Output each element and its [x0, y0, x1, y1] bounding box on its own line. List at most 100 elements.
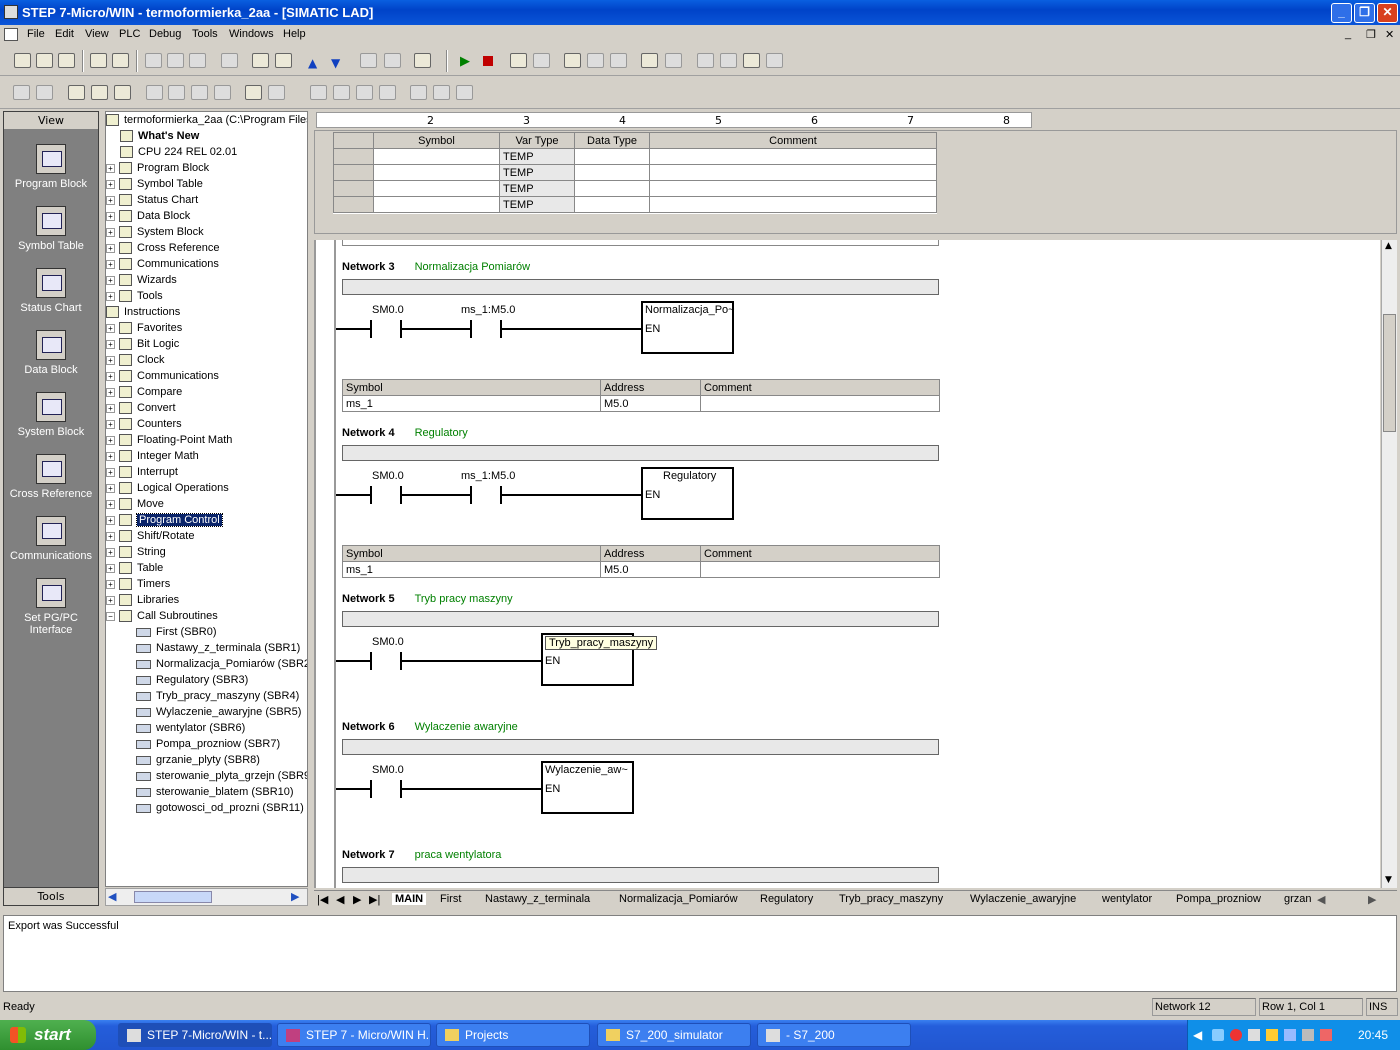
tab-nastawy[interactable]: Nastawy_z_terminala	[485, 893, 590, 905]
nav-program-block[interactable]: Program Block	[4, 144, 98, 190]
call-box-tryb-pracy[interactable]: Tryb_pracy_maszyny EN	[541, 633, 658, 686]
compile-all-icon[interactable]	[275, 53, 292, 68]
apply-symbols-icon[interactable]	[245, 85, 262, 100]
tree-instr-integer-math[interactable]: + Integer Math	[106, 449, 199, 465]
cell-var-type[interactable]: TEMP	[499, 148, 575, 165]
cell-symbol[interactable]	[373, 196, 500, 213]
tab-regulatory[interactable]: Regulatory	[760, 893, 813, 905]
task-step7-help[interactable]: STEP 7 - Micro/WIN H...	[277, 1023, 431, 1047]
call-box-wylaczenie[interactable]: Wylaczenie_aw~ EN	[541, 761, 634, 814]
expand-icon[interactable]: +	[106, 483, 115, 493]
tree-instr-convert[interactable]: + Convert	[106, 401, 176, 417]
scroll-down-icon[interactable]: ▼	[1385, 875, 1392, 885]
tree-item-system-block[interactable]: + System Block	[106, 225, 204, 241]
menu-view[interactable]: View	[85, 28, 109, 40]
tray-app-icon[interactable]	[1320, 1029, 1332, 1041]
sort-ascending-icon[interactable]	[360, 53, 377, 68]
task-step7-microwin[interactable]: STEP 7-Micro/WIN - t...	[118, 1023, 272, 1047]
tree-instr-favorites[interactable]: + Favorites	[106, 321, 182, 337]
tab-nav-prev-icon[interactable]: ◀	[336, 893, 344, 906]
tree-instr-move[interactable]: + Move	[106, 497, 164, 513]
next-bookmark-icon[interactable]	[168, 85, 185, 100]
network-5-header[interactable]: Network 5 Tryb pracy maszyny	[342, 593, 513, 605]
contact-ms1-m5-0[interactable]	[470, 320, 502, 338]
clock[interactable]: 20:45	[1358, 1028, 1388, 1042]
output-window[interactable]: Export was Successful	[3, 915, 1397, 992]
contact-ms1-m5-0[interactable]	[470, 486, 502, 504]
contact-sm0-0[interactable]	[370, 780, 402, 798]
undo-icon[interactable]	[221, 53, 238, 68]
create-symbols-icon[interactable]	[268, 85, 285, 100]
row-header[interactable]	[333, 180, 374, 197]
task-projects[interactable]: Projects	[436, 1023, 590, 1047]
expand-icon[interactable]: +	[106, 275, 115, 285]
navigation-bar-header[interactable]: View	[4, 112, 98, 130]
tree-sbr-item[interactable]: Wylaczenie_awaryjne (SBR5)	[136, 705, 301, 721]
nav-symbol-table[interactable]: Symbol Table	[4, 206, 98, 252]
tab-tryb-pracy[interactable]: Tryb_pracy_maszyny	[839, 893, 943, 905]
restore-button[interactable]: ❐	[1354, 3, 1375, 23]
tree-instr-bit-logic[interactable]: + Bit Logic	[106, 337, 179, 353]
expand-icon[interactable]: +	[106, 419, 115, 429]
tab-pompa[interactable]: Pompa_prozniow	[1176, 893, 1261, 905]
tree-sbr-item[interactable]: Tryb_pracy_maszyny (SBR4)	[136, 689, 299, 705]
nav-set-pg-pc-interface[interactable]: Set PG/PC Interface	[4, 578, 98, 636]
tree-item-wizards[interactable]: + Wizards	[106, 273, 177, 289]
expand-icon[interactable]: +	[106, 579, 115, 589]
tab-wentylator[interactable]: wentylator	[1102, 893, 1152, 905]
line-left-icon[interactable]	[356, 85, 373, 100]
menu-plc[interactable]: PLC	[119, 28, 140, 40]
tab-wylaczenie[interactable]: Wylaczenie_awaryjne	[970, 893, 1076, 905]
tree-instr-program-control[interactable]: + Program Control	[106, 513, 223, 529]
expand-icon[interactable]: +	[106, 595, 115, 605]
tree-instr-floating-point-math[interactable]: + Floating-Point Math	[106, 433, 232, 449]
expand-icon[interactable]: +	[106, 435, 115, 445]
expand-icon[interactable]: +	[106, 451, 115, 461]
tree-instr-counters[interactable]: + Counters	[106, 417, 182, 433]
menu-file[interactable]: File	[27, 28, 45, 40]
expand-icon[interactable]: +	[106, 339, 115, 349]
upload-icon[interactable]: ▲	[308, 56, 317, 70]
network-icon[interactable]	[1212, 1029, 1224, 1041]
options-icon[interactable]	[414, 53, 431, 68]
tree-instr-table[interactable]: + Table	[106, 561, 163, 577]
mdi-minimize-icon[interactable]: _	[1345, 28, 1351, 40]
cell-comment[interactable]	[649, 180, 937, 197]
tree-item-data-block[interactable]: + Data Block	[106, 209, 190, 225]
new-icon[interactable]	[14, 53, 31, 68]
tree-item-cpu[interactable]: CPU 224 REL 02.01	[120, 145, 237, 161]
program-status-icon[interactable]	[510, 53, 527, 68]
toggle-network-comments-icon[interactable]	[91, 85, 108, 100]
tabs-scroll-right-icon[interactable]: ▶	[1368, 893, 1376, 906]
tab-nav-last-icon[interactable]: ▶|	[369, 893, 380, 906]
expand-icon[interactable]: +	[106, 403, 115, 413]
tree-item-program-block[interactable]: + Program Block	[106, 161, 209, 177]
tray-app-icon[interactable]	[1284, 1029, 1296, 1041]
row-header[interactable]	[333, 164, 374, 181]
trend-view-icon[interactable]	[641, 53, 658, 68]
expand-icon[interactable]: +	[106, 531, 115, 541]
cell-data-type[interactable]	[574, 164, 650, 181]
cell-var-type[interactable]: TEMP	[499, 164, 575, 181]
chart-status-icon[interactable]	[564, 53, 581, 68]
row-header[interactable]	[333, 196, 374, 213]
unforce-all-icon[interactable]	[720, 53, 737, 68]
tree-sbr-item[interactable]: Normalizacja_Pomiarów (SBR2	[136, 657, 307, 673]
expand-icon[interactable]: +	[106, 243, 115, 253]
expand-icon[interactable]: +	[106, 323, 115, 333]
expand-icon[interactable]: +	[106, 163, 115, 173]
tree-instr-compare[interactable]: + Compare	[106, 385, 182, 401]
menu-edit[interactable]: Edit	[55, 28, 74, 40]
network-comment-field[interactable]	[342, 739, 939, 755]
tree-sbr-item[interactable]: sterowanie_plyta_grzejn (SBR9	[136, 769, 307, 785]
tree-instr-logical-operations[interactable]: + Logical Operations	[106, 481, 229, 497]
force-icon[interactable]	[665, 53, 682, 68]
tree-horizontal-scrollbar[interactable]: ◀ ▶	[105, 888, 308, 906]
call-box-regulatory[interactable]: Regulatory EN	[641, 467, 734, 520]
expand-icon[interactable]: +	[106, 259, 115, 269]
scroll-right-icon[interactable]: ▶	[291, 890, 299, 903]
start-button[interactable]: start	[0, 1020, 96, 1050]
tree-instr-shift-rotate[interactable]: + Shift/Rotate	[106, 529, 194, 545]
print-icon[interactable]	[90, 53, 107, 68]
scroll-up-icon[interactable]: ▲	[1385, 241, 1392, 251]
